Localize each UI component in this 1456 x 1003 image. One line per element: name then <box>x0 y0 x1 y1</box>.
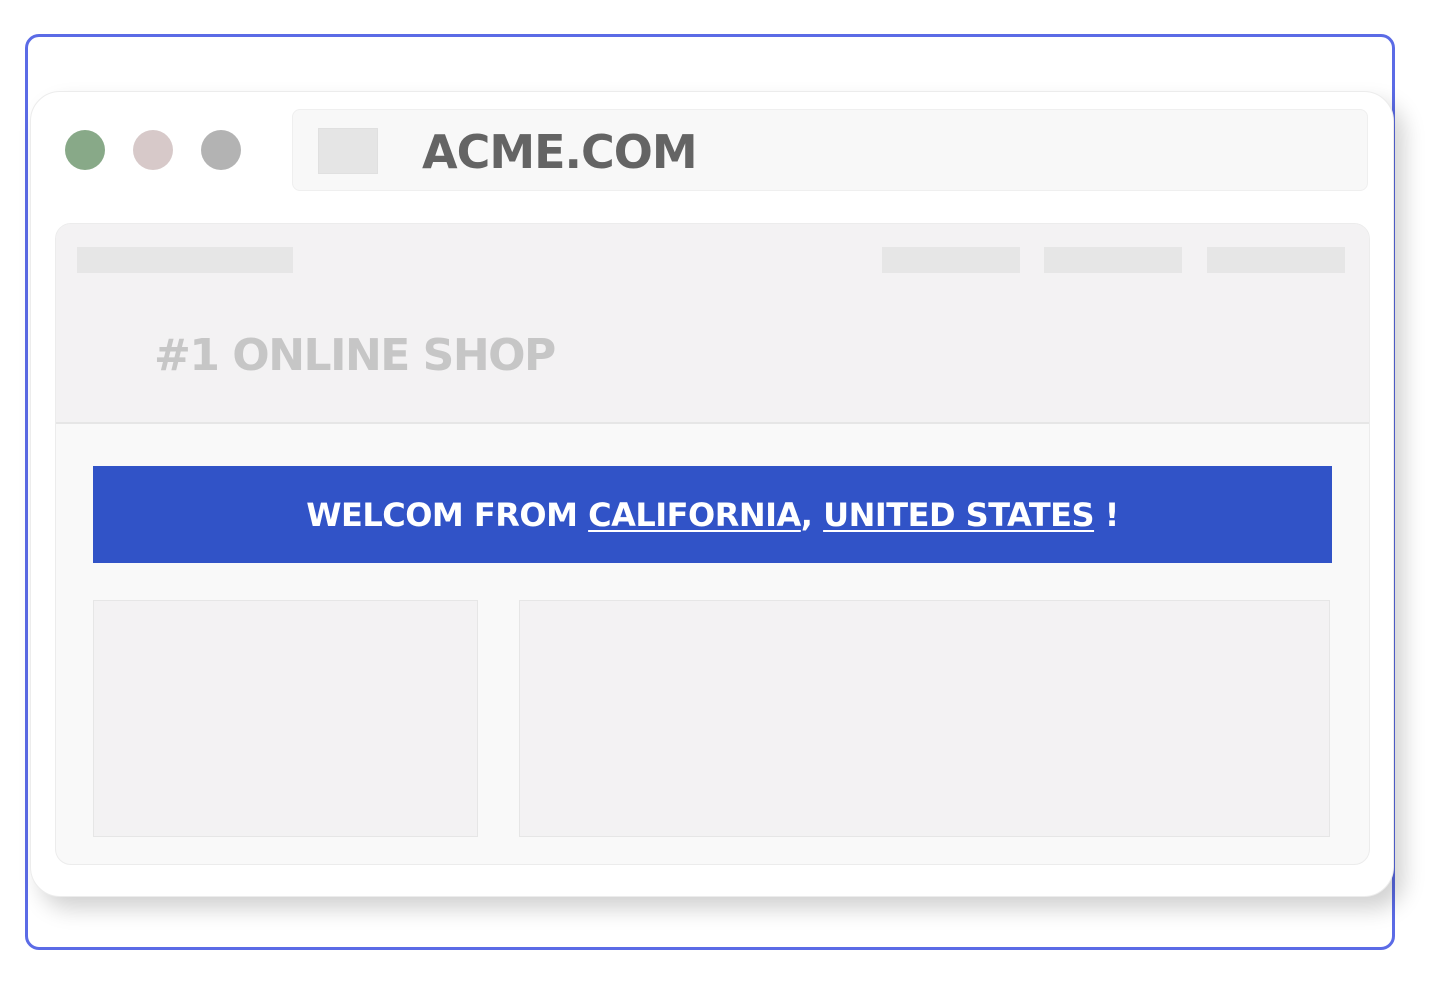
nav-item-placeholder[interactable] <box>882 247 1020 273</box>
nav-item-placeholder[interactable] <box>1044 247 1182 273</box>
maximize-window-button[interactable] <box>201 130 241 170</box>
region-link[interactable]: CALIFORNIA <box>588 496 801 534</box>
content-card-placeholder <box>519 600 1330 837</box>
logo-placeholder[interactable] <box>77 247 293 273</box>
page-tagline: #1 ONLINE SHOP <box>154 330 556 381</box>
url-text[interactable]: ACME.COM <box>422 124 698 180</box>
content-card-placeholder <box>93 600 478 837</box>
web-page: #1 ONLINE SHOP WELCOM FROM CALIFORNIA, U… <box>55 223 1370 865</box>
minimize-window-button[interactable] <box>133 130 173 170</box>
favicon-icon <box>318 128 378 174</box>
banner-prefix: WELCOM FROM <box>306 495 589 534</box>
welcome-banner: WELCOM FROM CALIFORNIA, UNITED STATES ! <box>93 466 1332 563</box>
nav-item-placeholder[interactable] <box>1207 247 1345 273</box>
country-link[interactable]: UNITED STATES <box>823 496 1094 534</box>
close-window-button[interactable] <box>65 130 105 170</box>
banner-separator: , <box>800 495 824 534</box>
banner-suffix: ! <box>1094 495 1120 534</box>
hero-section: #1 ONLINE SHOP <box>56 224 1369 424</box>
